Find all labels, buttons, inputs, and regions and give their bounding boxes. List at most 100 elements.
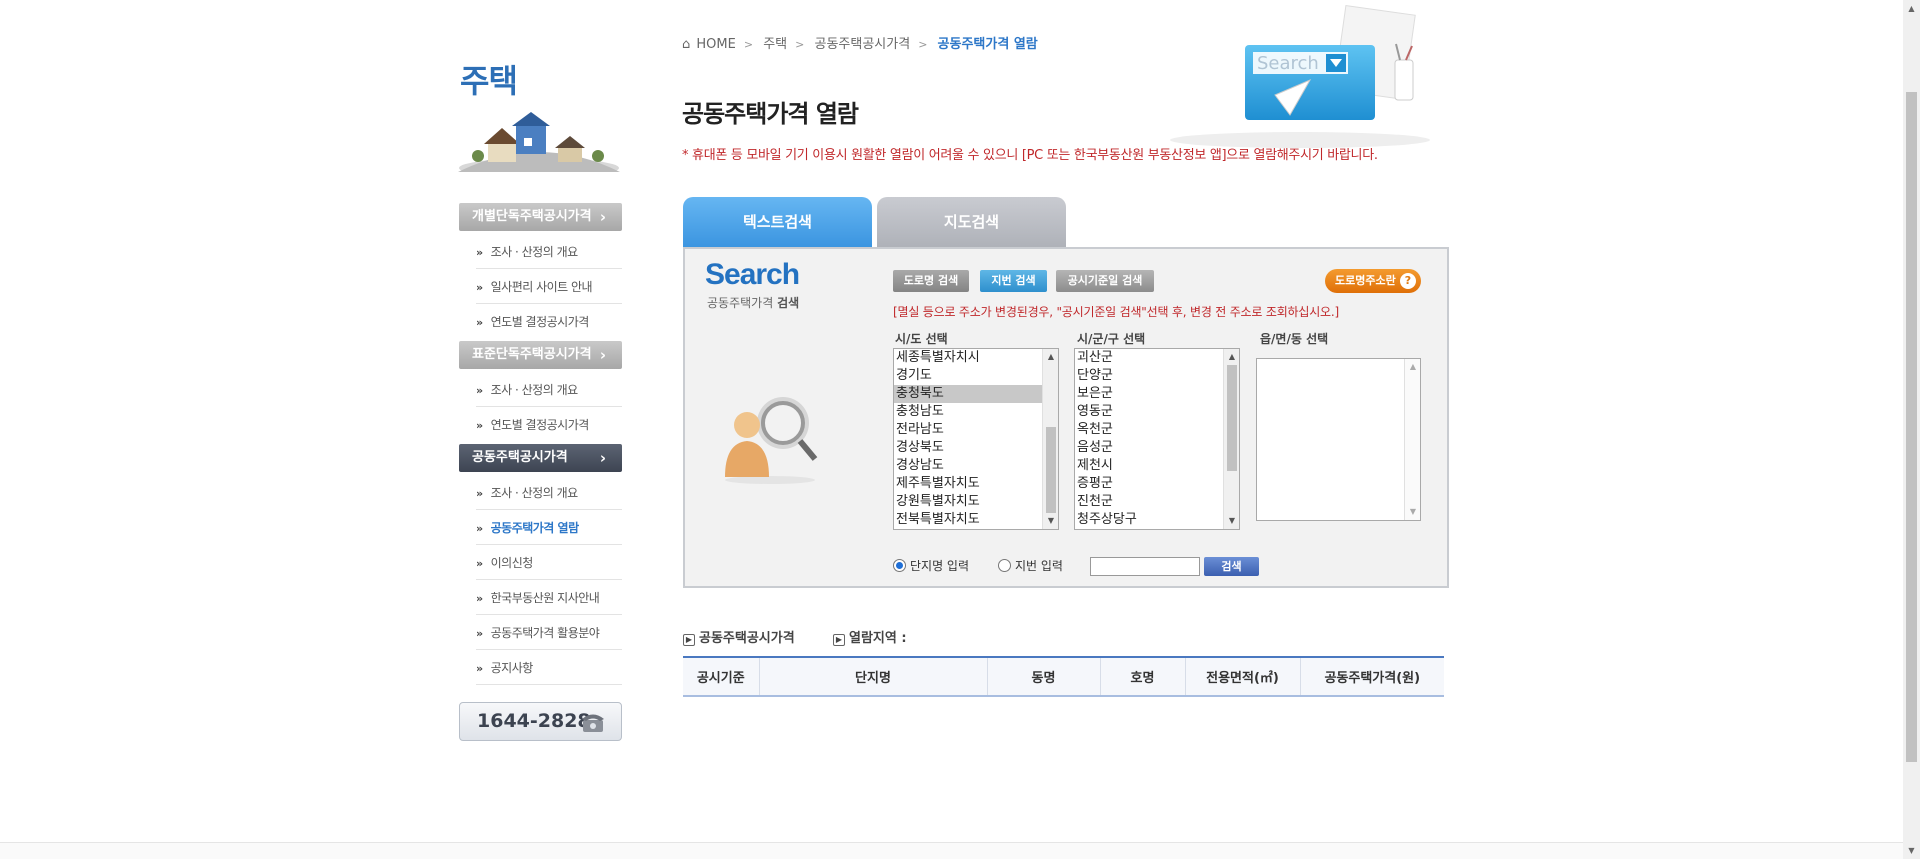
bullet-icon: »	[476, 281, 483, 294]
listbox-scrollbar[interactable]: ▲ ▼	[1223, 349, 1239, 529]
page-scrollbar[interactable]: ▲ ▼	[1903, 0, 1920, 859]
col-header: 호명	[1100, 657, 1186, 696]
scroll-down-icon[interactable]: ▼	[1043, 513, 1058, 529]
search-input[interactable]	[1090, 557, 1200, 576]
list-option[interactable]: 충청남도	[894, 403, 1058, 421]
sidebar-item[interactable]: » 한국부동산원 지사안내	[476, 581, 622, 615]
list-option[interactable]: 경상남도	[894, 457, 1058, 475]
base-date-search-button[interactable]: 공시기준일 검색	[1056, 270, 1154, 292]
list-option[interactable]: 청주상당구	[1075, 511, 1239, 529]
search-subtitle-bold: 검색	[777, 296, 800, 310]
mobile-notice: * 휴대폰 등 모바일 기기 이용시 원활한 열람이 어려울 수 있으니 [PC…	[682, 148, 1378, 163]
scroll-thumb[interactable]	[1906, 92, 1917, 762]
scroll-thumb[interactable]	[1227, 365, 1237, 471]
sido-listbox[interactable]: 세종특별자치시 경기도 충청북도 충청남도 전라남도 경상북도 경상남도 제주특…	[893, 348, 1059, 530]
phone-number: 1644-2828	[477, 710, 591, 732]
scroll-down-icon[interactable]: ▼	[1405, 504, 1420, 520]
search-note: [멸실 등으로 주소가 변경된경우, "공시기준일 검색"선택 후, 변경 전 …	[893, 305, 1339, 319]
arrow-box-icon: ▶	[833, 634, 845, 646]
result-label-text: 공동주택공시가격	[699, 631, 795, 646]
sidebar-item-label: 조사 · 산정의 개요	[490, 383, 579, 397]
list-option[interactable]: 옥천군	[1075, 421, 1239, 439]
tab-map-search[interactable]: 지도검색	[877, 197, 1066, 248]
jibun-search-button[interactable]: 지번 검색	[980, 270, 1047, 292]
result-label-text: 열람지역 :	[849, 631, 907, 646]
table-header-row: 공시기준 단지명 동명 호명 전용면적(㎡) 공동주택가격(원)	[683, 657, 1444, 696]
list-option[interactable]: 보은군	[1075, 385, 1239, 403]
sidebar-section-apartment[interactable]: 공동주택공시가격 ›	[459, 444, 622, 472]
breadcrumb-item[interactable]: 공동주택공시가격	[815, 37, 911, 52]
scroll-up-icon[interactable]: ▲	[1405, 359, 1420, 375]
radio-danji[interactable]: 단지명 입력	[893, 557, 969, 574]
bullet-icon: »	[476, 316, 483, 329]
chevron-right-icon: ›	[599, 449, 606, 467]
scroll-down-icon[interactable]: ▼	[1903, 842, 1920, 859]
list-option[interactable]: 영동군	[1075, 403, 1239, 421]
chevron-right-icon: >	[795, 38, 805, 51]
scroll-up-icon[interactable]: ▲	[1224, 349, 1239, 365]
sidebar-section-label: 표준단독주택공시가격	[472, 347, 592, 362]
phone-banner: 1644-2828	[459, 702, 622, 741]
scroll-up-icon[interactable]: ▲	[1903, 0, 1920, 17]
radio-button[interactable]	[998, 559, 1011, 572]
bullet-icon: »	[476, 419, 483, 432]
sido-label: 시/도 선택	[895, 332, 948, 346]
sidebar-item[interactable]: » 연도별 결정공시가격	[476, 408, 622, 442]
scroll-up-icon[interactable]: ▲	[1043, 349, 1058, 365]
list-option[interactable]: 제천시	[1075, 457, 1239, 475]
page-title: 공동주택가격 열람	[682, 100, 859, 128]
sidebar-item[interactable]: » 조사 · 산정의 개요	[476, 476, 622, 510]
chevron-right-icon: ›	[599, 208, 606, 226]
sidebar-item-label: 공동주택가격 활용분야	[490, 626, 600, 640]
sidebar-item[interactable]: » 일사편리 사이트 안내	[476, 270, 622, 304]
list-option[interactable]: 경상북도	[894, 439, 1058, 457]
list-option[interactable]: 강원특별자치도	[894, 493, 1058, 511]
list-option[interactable]: 전북특별자치도	[894, 511, 1058, 529]
scroll-thumb[interactable]	[1046, 427, 1056, 513]
sidebar-section-individual[interactable]: 개별단독주택공시가격 ›	[459, 203, 622, 231]
list-option[interactable]: 음성군	[1075, 439, 1239, 457]
col-header: 공시기준	[683, 657, 760, 696]
col-header: 단지명	[759, 657, 988, 696]
road-address-guide-button[interactable]: 도로명주소란 ?	[1325, 269, 1421, 293]
search-subtitle: 공동주택가격 검색	[707, 294, 799, 311]
breadcrumb-home[interactable]: HOME	[696, 37, 735, 52]
listbox-scrollbar[interactable]: ▲ ▼	[1404, 359, 1420, 520]
col-header: 전용면적(㎡)	[1185, 657, 1301, 696]
list-option[interactable]: 단양군	[1075, 367, 1239, 385]
illustration-text: Search	[1257, 53, 1319, 74]
sigungu-listbox[interactable]: 괴산군 단양군 보은군 영동군 옥천군 음성군 제천시 증평군 진천군 청주상당…	[1074, 348, 1240, 530]
radio-jibun[interactable]: 지번 입력	[998, 557, 1063, 574]
bullet-icon: »	[476, 627, 483, 640]
sidebar-item-active[interactable]: » 공동주택가격 열람	[476, 511, 622, 545]
emd-listbox[interactable]: ▲ ▼	[1256, 358, 1421, 521]
sidebar-item[interactable]: » 연도별 결정공시가격	[476, 305, 622, 339]
sidebar-section-standard[interactable]: 표준단독주택공시가격 ›	[459, 341, 622, 369]
sidebar-item[interactable]: » 이의신청	[476, 546, 622, 580]
search-subtitle-text: 공동주택가격	[707, 296, 778, 310]
road-name-search-button[interactable]: 도로명 검색	[893, 270, 969, 292]
scroll-down-icon[interactable]: ▼	[1224, 513, 1239, 529]
radio-button-checked[interactable]	[893, 559, 906, 572]
sidebar-item[interactable]: » 조사 · 산정의 개요	[476, 235, 622, 269]
home-icon: ⌂	[682, 37, 691, 52]
sidebar-item[interactable]: » 조사 · 산정의 개요	[476, 373, 622, 407]
list-option[interactable]: 진천군	[1075, 493, 1239, 511]
list-option[interactable]: 괴산군	[1075, 349, 1239, 367]
list-option[interactable]: 증평군	[1075, 475, 1239, 493]
search-button[interactable]: 검색	[1204, 557, 1259, 576]
list-option[interactable]: 전라남도	[894, 421, 1058, 439]
sidebar-item[interactable]: » 공동주택가격 활용분야	[476, 616, 622, 650]
result-label-region: ▶ 열람지역 :	[833, 627, 907, 646]
list-option[interactable]: 경기도	[894, 367, 1058, 385]
breadcrumb: ⌂ HOME > 주택 > 공동주택공시가격 > 공동주택가격 열람	[682, 33, 1044, 52]
listbox-scrollbar[interactable]: ▲ ▼	[1042, 349, 1058, 529]
breadcrumb-item[interactable]: 주택	[763, 37, 787, 52]
list-option[interactable]: 세종특별자치시	[894, 349, 1058, 367]
result-table: 공시기준 단지명 동명 호명 전용면적(㎡) 공동주택가격(원)	[683, 656, 1444, 697]
sidebar-item-label: 조사 · 산정의 개요	[490, 486, 579, 500]
list-option-selected[interactable]: 충청북도	[894, 385, 1058, 403]
tab-text-search[interactable]: 텍스트검색	[683, 197, 872, 248]
sidebar-item[interactable]: » 공지사항	[476, 651, 622, 685]
list-option[interactable]: 제주특별자치도	[894, 475, 1058, 493]
